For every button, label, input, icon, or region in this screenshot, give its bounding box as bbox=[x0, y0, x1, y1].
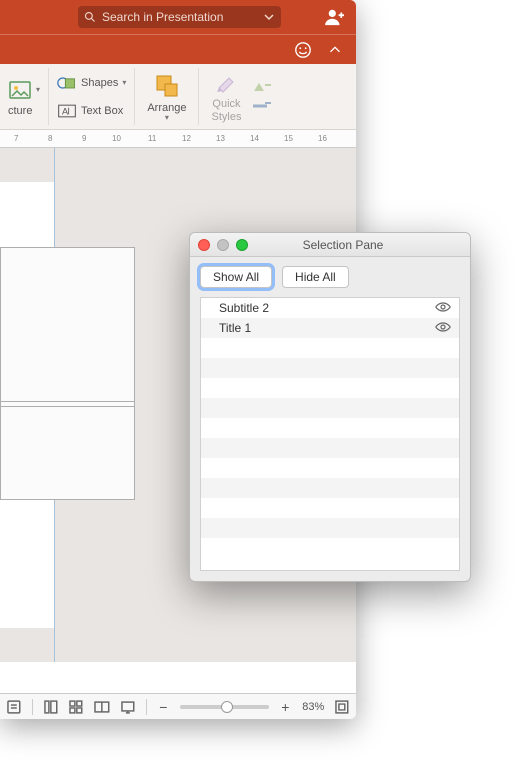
shapes-button[interactable]: Shapes ▾ bbox=[57, 70, 126, 96]
ribbon-group-arrange: Arrange ▾ bbox=[135, 68, 199, 125]
hide-all-button[interactable]: Hide All bbox=[282, 266, 349, 288]
ruler-mark: 16 bbox=[318, 134, 327, 143]
ruler-mark: 11 bbox=[148, 134, 156, 143]
list-item bbox=[201, 398, 459, 418]
eye-icon bbox=[435, 321, 451, 333]
placeholder-box[interactable] bbox=[0, 406, 135, 500]
chevron-down-icon: ▾ bbox=[36, 85, 40, 94]
svg-text:A: A bbox=[62, 106, 69, 116]
placeholder-divider bbox=[0, 401, 135, 402]
slideshow-icon[interactable] bbox=[120, 699, 136, 715]
textbox-label: Text Box bbox=[81, 105, 123, 117]
visibility-toggle[interactable] bbox=[435, 301, 451, 316]
show-all-button[interactable]: Show All bbox=[200, 266, 272, 288]
status-bar: − + 83% bbox=[0, 693, 356, 719]
ribbon-group-drawing: Quick Styles bbox=[199, 68, 281, 125]
chevron-down-icon: ▾ bbox=[165, 113, 169, 122]
picture-icon bbox=[8, 78, 32, 102]
ruler-mark: 10 bbox=[112, 134, 121, 143]
search-icon bbox=[84, 11, 96, 23]
ruler-mark: 9 bbox=[82, 134, 86, 143]
picture-label: cture bbox=[8, 105, 40, 117]
ruler-mark: 13 bbox=[216, 134, 225, 143]
share-icon[interactable] bbox=[324, 8, 346, 26]
shape-fill-icon bbox=[251, 81, 273, 95]
eye-icon bbox=[435, 301, 451, 313]
zoom-slider[interactable] bbox=[180, 705, 268, 709]
arrange-icon bbox=[153, 72, 181, 100]
separator bbox=[146, 699, 147, 715]
ruler-mark: 12 bbox=[182, 134, 191, 143]
list-item bbox=[201, 498, 459, 518]
zoom-out-button[interactable]: − bbox=[156, 699, 170, 715]
zoom-in-button[interactable]: + bbox=[279, 699, 293, 715]
shapes-icon bbox=[57, 74, 77, 92]
separator bbox=[32, 699, 33, 715]
list-item-label: Title 1 bbox=[219, 321, 251, 335]
list-item bbox=[201, 538, 459, 558]
list-item[interactable]: Subtitle 2 bbox=[201, 298, 459, 318]
sorter-view-icon[interactable] bbox=[68, 699, 84, 715]
quick-styles-label: Quick Styles bbox=[211, 98, 241, 122]
ribbon-group-insert: ▾ cture bbox=[0, 68, 49, 125]
list-item bbox=[201, 518, 459, 538]
title-bar bbox=[0, 0, 356, 34]
notes-icon[interactable] bbox=[6, 699, 22, 715]
close-icon[interactable] bbox=[198, 239, 210, 251]
ruler-mark: 7 bbox=[14, 134, 18, 143]
list-item[interactable]: Title 1 bbox=[201, 318, 459, 338]
selection-list: Subtitle 2 Title 1 bbox=[200, 297, 460, 571]
shapes-label: Shapes bbox=[81, 77, 118, 89]
reading-view-icon[interactable] bbox=[94, 699, 110, 715]
normal-view-icon[interactable] bbox=[43, 699, 59, 715]
list-item-label: Subtitle 2 bbox=[219, 301, 269, 315]
selection-pane-title: Selection Pane bbox=[224, 238, 462, 252]
arrange-button[interactable]: Arrange ▾ bbox=[143, 72, 190, 122]
search-box[interactable] bbox=[78, 6, 281, 28]
list-item bbox=[201, 458, 459, 478]
quick-styles-button: Quick Styles bbox=[207, 70, 245, 122]
textbox-button[interactable]: A Text Box bbox=[57, 98, 126, 124]
selection-pane-titlebar[interactable]: Selection Pane bbox=[190, 233, 470, 257]
ruler-mark: 14 bbox=[250, 134, 259, 143]
selection-pane-window[interactable]: Selection Pane Show All Hide All Subtitl… bbox=[189, 232, 471, 582]
list-item bbox=[201, 378, 459, 398]
list-item bbox=[201, 478, 459, 498]
search-input[interactable] bbox=[102, 10, 257, 24]
chevron-down-icon[interactable] bbox=[263, 11, 275, 23]
collapse-ribbon-icon[interactable] bbox=[326, 41, 344, 59]
chevron-down-icon: ▾ bbox=[122, 78, 126, 87]
selection-pane-toolbar: Show All Hide All bbox=[190, 257, 470, 297]
ruler: 7 8 9 10 11 12 13 14 15 16 bbox=[0, 130, 356, 148]
secondary-bar bbox=[0, 34, 356, 64]
visibility-toggle[interactable] bbox=[435, 321, 451, 336]
ruler-mark: 8 bbox=[48, 134, 52, 143]
ribbon: ▾ cture Shapes ▾ A Text Box Arrange ▾ bbox=[0, 64, 356, 130]
list-item bbox=[201, 438, 459, 458]
quick-styles-icon bbox=[213, 70, 239, 96]
fit-to-window-icon[interactable] bbox=[334, 699, 350, 715]
list-item bbox=[201, 418, 459, 438]
shape-outline-icon bbox=[251, 99, 273, 113]
list-item bbox=[201, 338, 459, 358]
zoom-thumb[interactable] bbox=[221, 701, 233, 713]
picture-button[interactable]: ▾ bbox=[8, 77, 40, 103]
ruler-mark: 15 bbox=[284, 134, 293, 143]
list-item bbox=[201, 358, 459, 378]
textbox-icon: A bbox=[57, 102, 77, 120]
ribbon-group-shapes: Shapes ▾ A Text Box bbox=[49, 68, 135, 125]
zoom-level[interactable]: 83% bbox=[302, 701, 324, 713]
emoji-icon[interactable] bbox=[294, 41, 312, 59]
